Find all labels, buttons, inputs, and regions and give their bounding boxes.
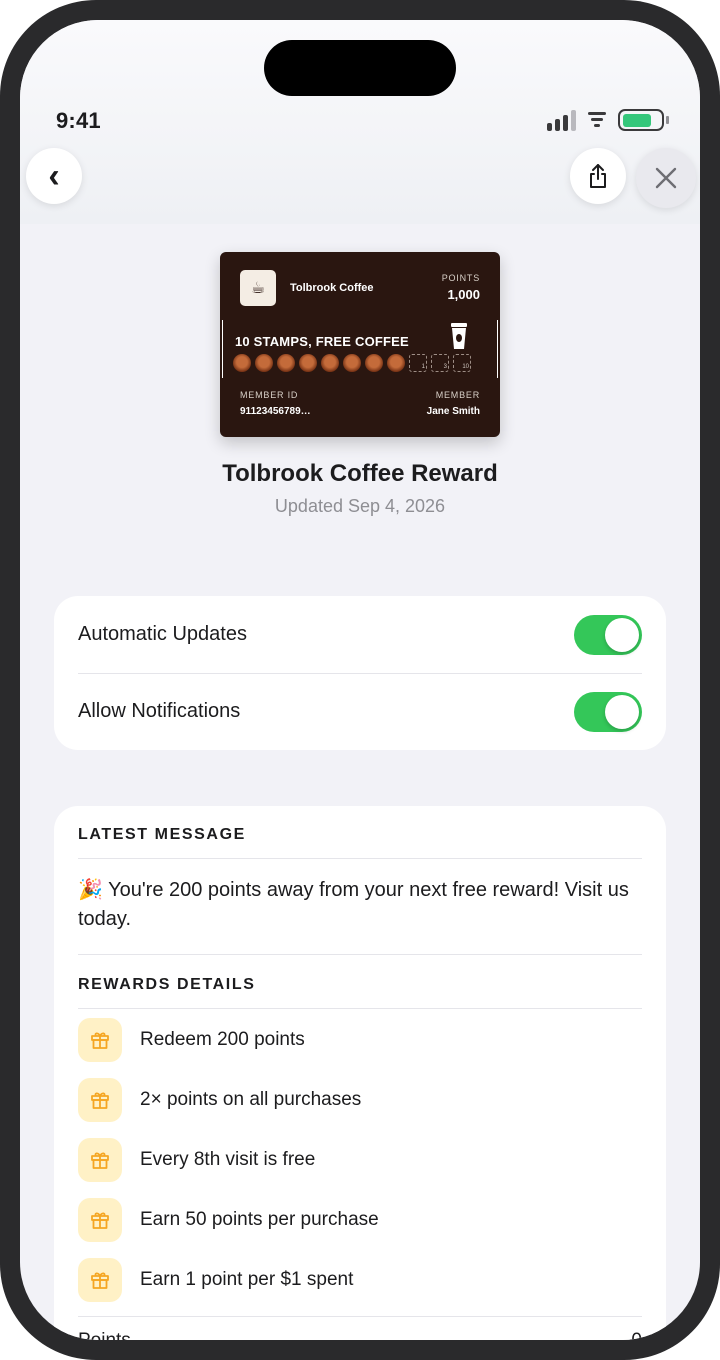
automatic-updates-toggle[interactable] [574,614,642,655]
stamps-row: 1 3 10 [233,354,471,372]
card-points-value: 1,000 [447,287,480,302]
status-icons [547,108,669,132]
reward-text: 2× points on all purchases [140,1089,362,1110]
cellular-signal-icon [547,109,576,131]
status-time: 9:41 [56,108,101,133]
gift-icon [78,1258,122,1302]
reward-item: Earn 1 point per $1 spent [78,1258,353,1302]
setting-row-allow-notifications: Allow Notifications [78,673,642,750]
wifi-icon [586,111,608,129]
gift-icon [78,1078,122,1122]
card-points-label: POINTS [441,273,480,283]
member-id-label: MEMBER ID [240,390,299,400]
stamp-empty: 1 [409,354,427,372]
stamp-filled [277,354,295,372]
stamp-filled [343,354,361,372]
share-button[interactable] [570,148,626,204]
points-row-label: Points [78,1330,131,1340]
stamp-empty: 3 [431,354,449,372]
reward-item: Every 8th visit is free [78,1138,315,1182]
phone-frame: 9:41 ‹ ☕ Tolbrook Coffee POINTS 1,000 10… [0,0,720,1360]
stamp-filled [299,354,317,372]
rewards-details-heading: REWARDS DETAILS [78,976,256,993]
battery-icon [618,109,669,131]
divider [78,1316,642,1317]
brand-logo: ☕ [240,270,276,306]
dynamic-island [264,40,456,96]
points-row-value: 0 [631,1330,642,1340]
reward-text: Redeem 200 points [140,1029,305,1050]
pass-title: Tolbrook Coffee Reward [222,460,498,487]
stamp-strip: 10 STAMPS, FREE COFFEE 1 3 10 [222,320,498,378]
pass-updated-date: Updated Sep 4, 2026 [274,496,446,516]
stamp-filled [365,354,383,372]
reward-item: 2× points on all purchases [78,1078,361,1122]
stamp-filled [255,354,273,372]
gift-icon [78,1138,122,1182]
card-brand-name: Tolbrook Coffee [290,282,374,294]
stamp-filled [321,354,339,372]
coffee-cup-icon [451,323,467,349]
reward-text: Earn 1 point per $1 spent [140,1269,354,1290]
setting-row-automatic-updates: Automatic Updates [78,596,642,673]
screen: 9:41 ‹ ☕ Tolbrook Coffee POINTS 1,000 10… [20,20,700,1340]
points-row: Points 0 [78,1330,642,1340]
close-icon [655,167,677,189]
back-button[interactable]: ‹ [26,148,82,204]
gift-icon [78,1018,122,1062]
member-id-value: 91123456789… [240,406,311,417]
pass-details-panel: LATEST MESSAGE 🎉 You're 200 points away … [54,806,666,1340]
close-button[interactable] [636,148,696,208]
member-label: MEMBER [435,390,480,400]
strip-title: 10 STAMPS, FREE COFFEE [235,334,409,349]
stamp-filled [387,354,405,372]
settings-group: Automatic Updates Allow Notifications [54,596,666,750]
setting-label: Allow Notifications [78,700,241,722]
divider [78,954,642,955]
reward-item: Redeem 200 points [78,1018,305,1062]
reward-text: Every 8th visit is free [140,1149,316,1170]
stamp-empty: 10 [453,354,471,372]
latest-message-text: 🎉 You're 200 points away from your next … [78,879,629,930]
chevron-left-icon: ‹ [48,156,60,195]
reward-item: Earn 50 points per purchase [78,1198,379,1242]
stamp-filled [233,354,251,372]
share-icon [590,164,606,188]
loyalty-card[interactable]: ☕ Tolbrook Coffee POINTS 1,000 10 STAMPS… [220,252,500,437]
divider [78,1008,642,1009]
reward-text: Earn 50 points per purchase [140,1209,379,1230]
latest-message-heading: LATEST MESSAGE [78,826,246,843]
member-name-value: Jane Smith [426,406,480,417]
divider [78,858,642,859]
allow-notifications-toggle[interactable] [574,691,642,732]
setting-label: Automatic Updates [78,623,247,645]
gift-icon [78,1198,122,1242]
